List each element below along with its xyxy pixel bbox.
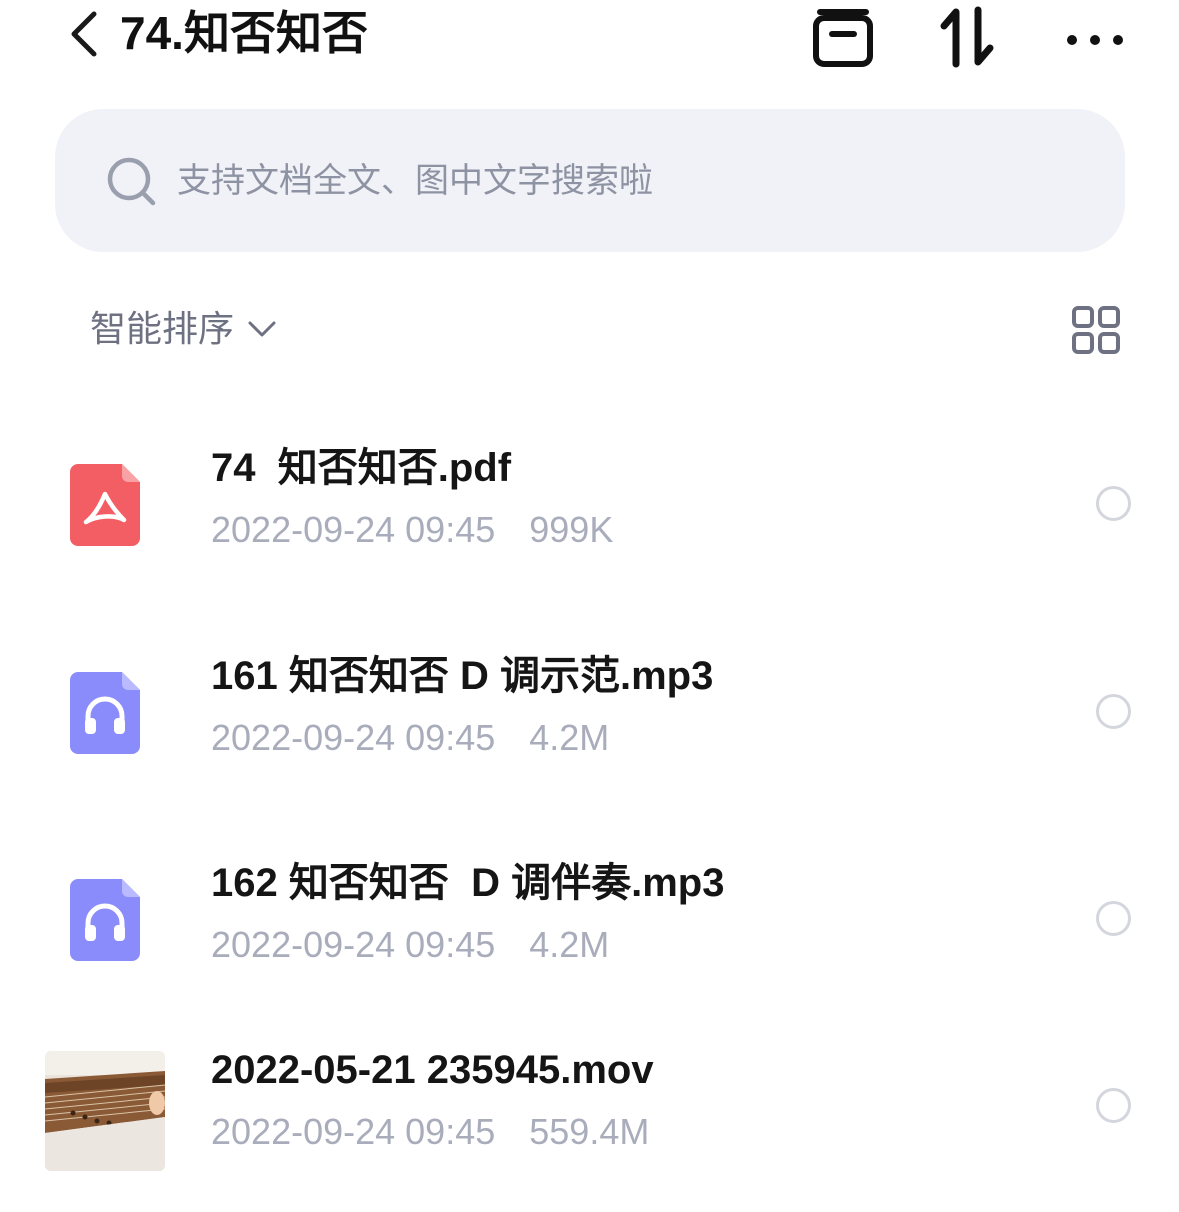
search-input[interactable] bbox=[177, 149, 1057, 213]
grid-view-toggle[interactable] bbox=[1070, 304, 1122, 356]
window-button[interactable] bbox=[808, 4, 878, 70]
select-radio[interactable] bbox=[1096, 901, 1131, 936]
grid-view-icon bbox=[1072, 306, 1120, 354]
chevron-down-icon bbox=[248, 321, 276, 337]
top-bar: 74.知否知否 bbox=[0, 0, 1179, 80]
file-name: 2022-05-21 235945.mov bbox=[211, 1048, 654, 1092]
audio-icon bbox=[70, 672, 140, 754]
file-meta: 2022-09-24 09:45 4.2M bbox=[211, 919, 609, 971]
file-name: 162 知否知否 D 调伴奏.mp3 bbox=[211, 861, 725, 905]
search-icon bbox=[107, 157, 156, 206]
select-radio[interactable] bbox=[1096, 1088, 1131, 1123]
file-date: 2022-09-24 09:45 bbox=[211, 509, 496, 550]
video-thumbnail bbox=[45, 1051, 165, 1171]
window-icon bbox=[813, 9, 873, 67]
sort-dropdown[interactable]: 智能排序 bbox=[90, 300, 278, 358]
search-bar[interactable] bbox=[55, 109, 1125, 252]
file-date: 2022-09-24 09:45 bbox=[211, 924, 496, 965]
file-name: 74 知否知否.pdf bbox=[211, 446, 512, 490]
select-radio[interactable] bbox=[1096, 694, 1131, 729]
list-item[interactable]: 162 知否知否 D 调伴奏.mp3 2022-09-24 09:45 4.2M bbox=[0, 845, 1179, 1025]
chevron-left-icon bbox=[71, 11, 97, 57]
file-date: 2022-09-24 09:45 bbox=[211, 717, 496, 758]
list-item[interactable]: 161 知否知否 D 调示范.mp3 2022-09-24 09:45 4.2M bbox=[0, 638, 1179, 818]
list-item[interactable]: 2022-05-21 235945.mov 2022-09-24 09:45 55… bbox=[0, 1032, 1179, 1212]
file-size: 559.4M bbox=[529, 1111, 650, 1152]
page-title: 74.知否知否 bbox=[120, 7, 368, 59]
file-meta: 2022-09-24 09:45 559.4M bbox=[211, 1106, 649, 1158]
audio-icon bbox=[70, 879, 140, 961]
file-date: 2022-09-24 09:45 bbox=[211, 1111, 496, 1152]
file-meta: 2022-09-24 09:45 999K bbox=[211, 504, 613, 556]
transfer-button[interactable] bbox=[934, 4, 1004, 70]
more-button[interactable] bbox=[1060, 4, 1130, 70]
pdf-icon bbox=[70, 464, 140, 546]
file-size: 4.2M bbox=[529, 924, 610, 965]
more-dots-icon bbox=[1067, 35, 1123, 45]
file-name: 161 知否知否 D 调示范.mp3 bbox=[211, 654, 714, 698]
sort-label: 智能排序 bbox=[90, 308, 235, 349]
list-item[interactable]: 74 知否知否.pdf 2022-09-24 09:45 999K bbox=[0, 430, 1179, 610]
back-button[interactable] bbox=[62, 8, 110, 60]
select-radio[interactable] bbox=[1096, 486, 1131, 521]
file-meta: 2022-09-24 09:45 4.2M bbox=[211, 712, 609, 764]
file-size: 999K bbox=[529, 509, 614, 550]
transfer-arrows-icon bbox=[940, 6, 994, 68]
file-size: 4.2M bbox=[529, 717, 610, 758]
